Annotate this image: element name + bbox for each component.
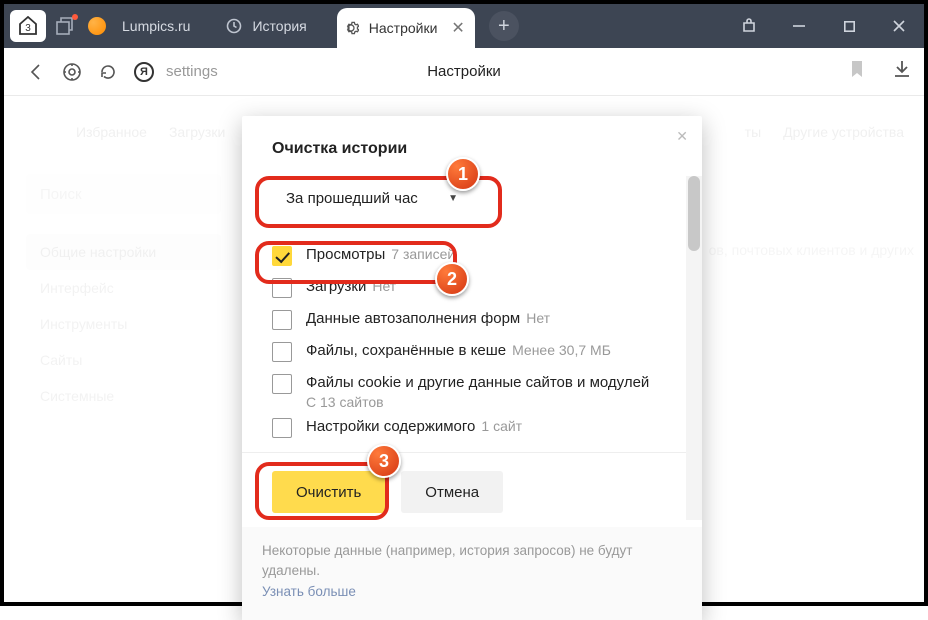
yandex-logo-icon[interactable]: Я [134,62,154,82]
checkbox-icon [272,310,292,330]
address-bar: Я settings Настройки [4,48,924,96]
tab-label: Lumpics.ru [122,18,190,34]
clear-button[interactable]: Очистить [272,471,385,513]
url-text[interactable]: settings [166,63,218,80]
back-button[interactable] [18,54,54,90]
checkbox-icon [272,278,292,298]
opt-content-settings[interactable]: Настройки содержимого1 сайт [272,416,702,442]
bookmark-icon[interactable] [850,60,864,83]
clear-history-dialog: ✕ Очистка истории За прошедший час ▼ Про… [242,116,702,620]
svg-text:3: 3 [25,23,31,34]
window-maximize-button[interactable] [824,4,874,48]
new-tab-button[interactable]: + [489,11,519,41]
learn-more-link[interactable]: Узнать больше [262,584,356,599]
opt-autofill[interactable]: Данные автозаполнения формНет [272,304,702,336]
checkbox-icon [272,246,292,266]
tab-label: Настройки [369,20,438,36]
site-info-button[interactable] [54,54,90,90]
titlebar: 3 Lumpics.ru История Настройки ✕ + [4,4,924,48]
clock-icon [226,18,242,34]
tab-lumpics[interactable]: Lumpics.ru [116,4,220,48]
opt-downloads[interactable]: ЗагрузкиНет [272,272,702,304]
page-title: Настройки [427,63,501,80]
close-tab-button[interactable]: ✕ [451,18,464,38]
window-close-button[interactable] [874,4,924,48]
checkbox-icon [272,374,292,394]
dropdown-value: За прошедший час [286,190,418,207]
time-range-dropdown[interactable]: За прошедший час ▼ [272,178,472,218]
tab-count-button[interactable]: 3 [10,10,46,42]
checkbox-icon [272,418,292,438]
checkbox-icon [272,342,292,362]
chevron-down-icon: ▼ [448,193,458,204]
downloads-icon[interactable] [894,60,910,83]
dialog-buttons: Очистить Отмена [242,452,702,527]
dialog-close-button[interactable]: ✕ [676,128,688,145]
tab-label: История [252,18,306,34]
opt-cache[interactable]: Файлы, сохранённые в кешеМенее 30,7 МБ [272,336,702,368]
extensions-icon[interactable] [724,4,774,48]
window-controls [724,4,924,48]
dialog-title: Очистка истории [272,140,702,158]
collections-icon[interactable] [52,16,76,36]
reload-button[interactable] [90,54,126,90]
window-minimize-button[interactable] [774,4,824,48]
site-favicon [88,17,106,35]
cancel-button[interactable]: Отмена [401,471,503,513]
clear-options-list: Просмотры7 записей ЗагрузкиНет Данные ав… [272,240,702,442]
tab-settings[interactable]: Настройки ✕ [337,8,475,48]
tab-history[interactable]: История [220,4,336,48]
gear-icon [343,20,359,36]
opt-views[interactable]: Просмотры7 записей [272,240,702,272]
opt-cookies[interactable]: Файлы cookie и другие данные сайтов и мо… [272,368,702,416]
